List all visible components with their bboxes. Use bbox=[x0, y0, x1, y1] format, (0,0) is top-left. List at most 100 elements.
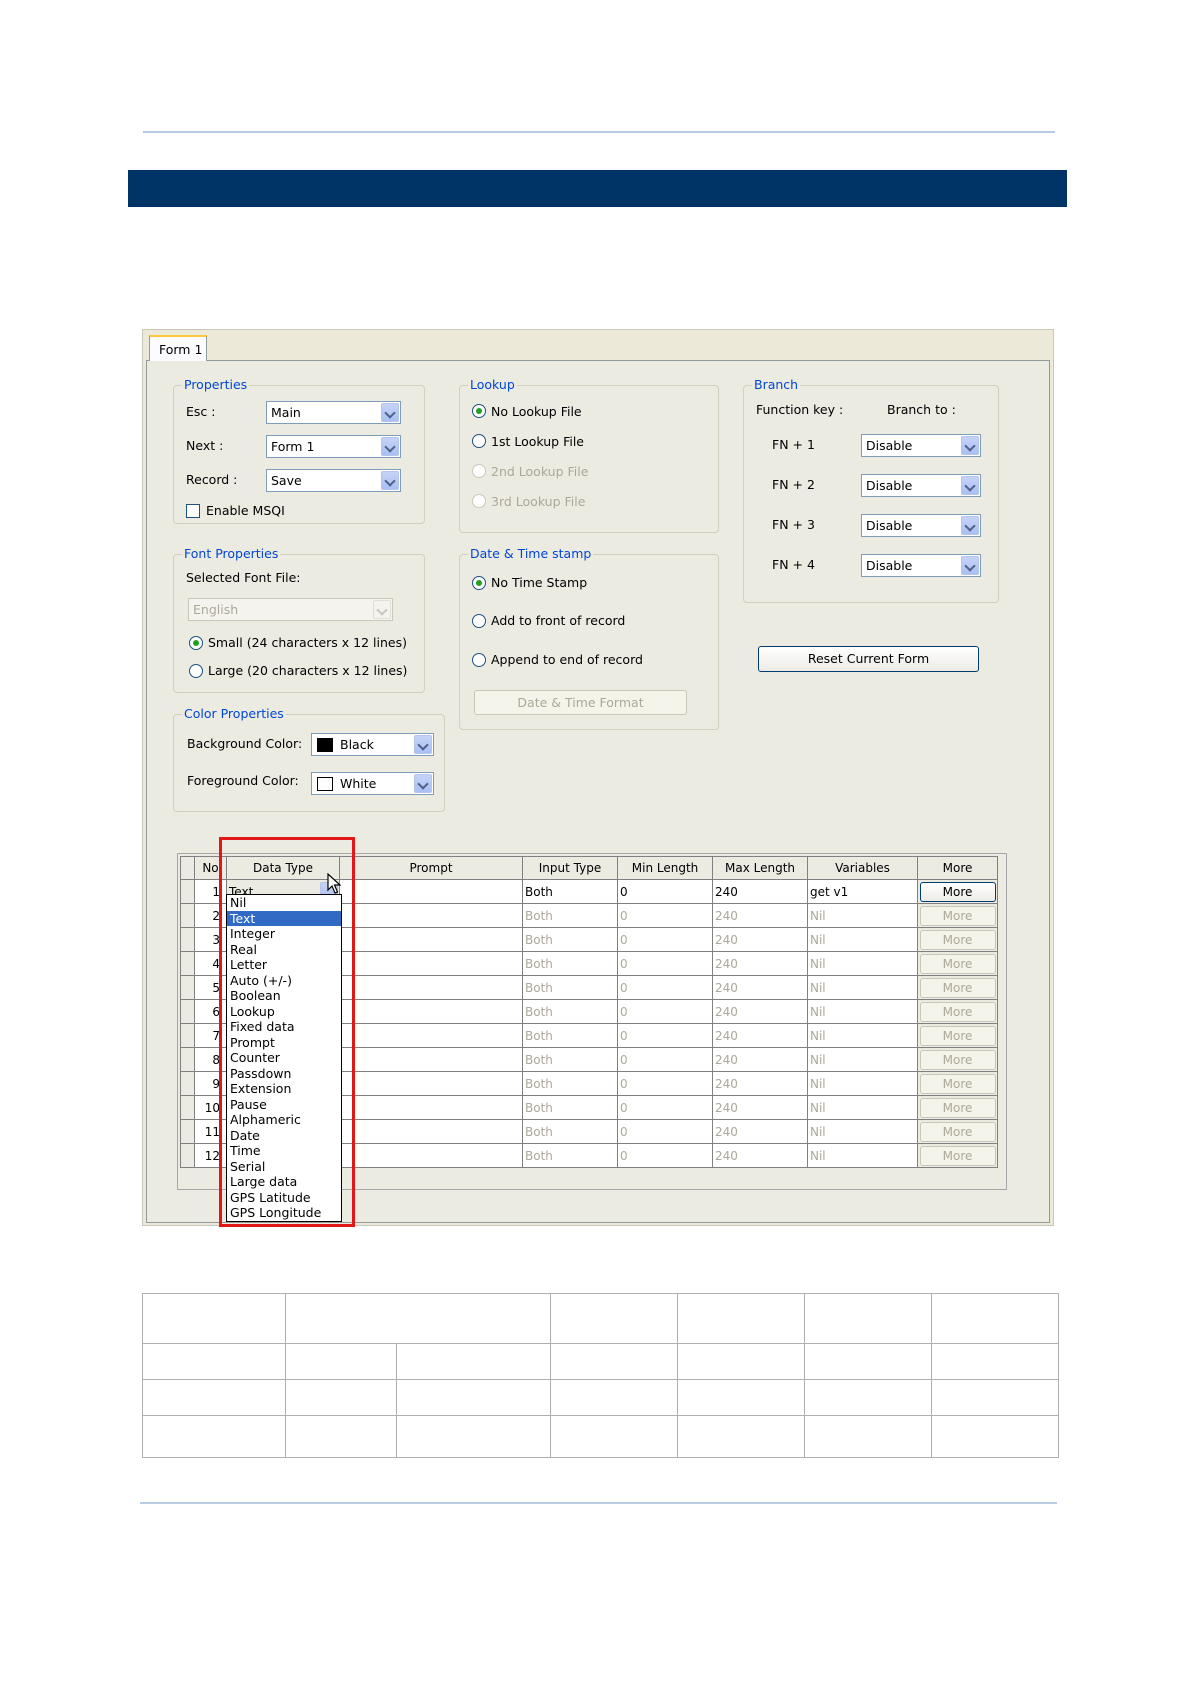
chevron-down-icon[interactable] bbox=[414, 774, 432, 793]
variables-cell[interactable]: Nil bbox=[807, 927, 918, 952]
no-lookup-radio[interactable] bbox=[472, 404, 486, 418]
prompt-cell[interactable] bbox=[339, 951, 523, 976]
max-length-cell[interactable]: 240 bbox=[712, 999, 808, 1024]
max-length-cell[interactable]: 240 bbox=[712, 1143, 808, 1168]
min-length-cell[interactable]: 0 bbox=[617, 1143, 713, 1168]
max-length-cell[interactable]: 240 bbox=[712, 951, 808, 976]
max-length-cell[interactable]: 240 bbox=[712, 1047, 808, 1072]
more-button[interactable]: More bbox=[919, 929, 996, 950]
prompt-cell[interactable] bbox=[339, 999, 523, 1024]
chevron-down-icon[interactable] bbox=[961, 436, 979, 455]
background-color-select[interactable]: Black bbox=[311, 733, 434, 756]
min-length-cell[interactable]: 0 bbox=[617, 975, 713, 1000]
prompt-cell[interactable] bbox=[339, 1119, 523, 1144]
fn2-select[interactable]: Disable bbox=[861, 474, 981, 497]
record-select[interactable]: Save bbox=[266, 469, 401, 492]
max-length-cell[interactable]: 240 bbox=[712, 1071, 808, 1096]
fn3-select[interactable]: Disable bbox=[861, 514, 981, 537]
max-length-cell[interactable]: 240 bbox=[712, 1119, 808, 1144]
variables-cell[interactable]: Nil bbox=[807, 1095, 918, 1120]
more-button[interactable]: More bbox=[919, 1121, 996, 1142]
fn1-select[interactable]: Disable bbox=[861, 434, 981, 457]
append-end-radio[interactable] bbox=[472, 653, 486, 667]
more-cell[interactable]: More bbox=[917, 903, 998, 928]
input-type-cell[interactable]: Both bbox=[522, 927, 618, 952]
more-cell[interactable]: More bbox=[917, 1071, 998, 1096]
min-length-cell[interactable]: 0 bbox=[617, 1119, 713, 1144]
min-length-cell[interactable]: 0 bbox=[617, 903, 713, 928]
more-button[interactable]: More bbox=[919, 1097, 996, 1118]
large-font-radio[interactable] bbox=[189, 664, 203, 678]
max-length-cell[interactable]: 240 bbox=[712, 903, 808, 928]
input-type-cell[interactable]: Both bbox=[522, 951, 618, 976]
input-type-cell[interactable]: Both bbox=[522, 999, 618, 1024]
more-button[interactable]: More bbox=[919, 953, 996, 974]
min-length-cell[interactable]: 0 bbox=[617, 1047, 713, 1072]
min-length-cell[interactable]: 0 bbox=[617, 1023, 713, 1048]
tab-form-1[interactable]: Form 1 bbox=[149, 335, 207, 361]
max-length-cell[interactable]: 240 bbox=[712, 879, 808, 904]
datetime-format-button[interactable]: Date & Time Format bbox=[474, 690, 687, 715]
more-button[interactable]: More bbox=[919, 977, 996, 998]
second-lookup-radio[interactable] bbox=[472, 464, 486, 478]
max-length-cell[interactable]: 240 bbox=[712, 975, 808, 1000]
chevron-down-icon[interactable] bbox=[381, 437, 399, 456]
next-select[interactable]: Form 1 bbox=[266, 435, 401, 458]
input-type-cell[interactable]: Both bbox=[522, 1023, 618, 1048]
more-cell[interactable]: More bbox=[917, 951, 998, 976]
more-cell[interactable]: More bbox=[917, 999, 998, 1024]
chevron-down-icon[interactable] bbox=[381, 403, 399, 422]
variables-cell[interactable]: Nil bbox=[807, 1071, 918, 1096]
small-font-radio[interactable] bbox=[189, 636, 203, 650]
first-lookup-radio[interactable] bbox=[472, 434, 486, 448]
input-type-cell[interactable]: Both bbox=[522, 903, 618, 928]
esc-select[interactable]: Main bbox=[266, 401, 401, 424]
prompt-cell[interactable] bbox=[339, 903, 523, 928]
prompt-cell[interactable] bbox=[339, 975, 523, 1000]
input-type-cell[interactable]: Both bbox=[522, 879, 618, 904]
prompt-cell[interactable] bbox=[339, 1143, 523, 1168]
min-length-cell[interactable]: 0 bbox=[617, 1095, 713, 1120]
chevron-down-icon[interactable] bbox=[373, 600, 391, 619]
third-lookup-radio[interactable] bbox=[472, 494, 486, 508]
max-length-cell[interactable]: 240 bbox=[712, 1095, 808, 1120]
chevron-down-icon[interactable] bbox=[961, 556, 979, 575]
max-length-cell[interactable]: 240 bbox=[712, 927, 808, 952]
input-type-cell[interactable]: Both bbox=[522, 1143, 618, 1168]
variables-cell[interactable]: Nil bbox=[807, 903, 918, 928]
more-button[interactable]: More bbox=[919, 1145, 996, 1166]
variables-cell[interactable]: Nil bbox=[807, 1047, 918, 1072]
more-cell[interactable]: More bbox=[917, 1023, 998, 1048]
font-file-select[interactable]: English bbox=[188, 598, 393, 621]
variables-cell[interactable]: get v1 bbox=[807, 879, 918, 904]
input-type-cell[interactable]: Both bbox=[522, 975, 618, 1000]
more-cell[interactable]: More bbox=[917, 975, 998, 1000]
prompt-cell[interactable] bbox=[339, 879, 523, 904]
foreground-color-select[interactable]: White bbox=[311, 772, 434, 795]
input-type-cell[interactable]: Both bbox=[522, 1119, 618, 1144]
no-timestamp-radio[interactable] bbox=[472, 576, 486, 590]
more-cell[interactable]: More bbox=[917, 1047, 998, 1072]
prompt-cell[interactable] bbox=[339, 1047, 523, 1072]
variables-cell[interactable]: Nil bbox=[807, 1023, 918, 1048]
min-length-cell[interactable]: 0 bbox=[617, 879, 713, 904]
reset-current-form-button[interactable]: Reset Current Form bbox=[758, 646, 979, 672]
variables-cell[interactable]: Nil bbox=[807, 951, 918, 976]
variables-cell[interactable]: Nil bbox=[807, 975, 918, 1000]
prompt-cell[interactable] bbox=[339, 927, 523, 952]
variables-cell[interactable]: Nil bbox=[807, 1143, 918, 1168]
fn4-select[interactable]: Disable bbox=[861, 554, 981, 577]
min-length-cell[interactable]: 0 bbox=[617, 1071, 713, 1096]
min-length-cell[interactable]: 0 bbox=[617, 927, 713, 952]
input-type-cell[interactable]: Both bbox=[522, 1047, 618, 1072]
variables-cell[interactable]: Nil bbox=[807, 999, 918, 1024]
min-length-cell[interactable]: 0 bbox=[617, 999, 713, 1024]
chevron-down-icon[interactable] bbox=[414, 735, 432, 754]
more-button[interactable]: More bbox=[919, 881, 996, 902]
more-cell[interactable]: More bbox=[917, 1095, 998, 1120]
more-cell[interactable]: More bbox=[917, 1143, 998, 1168]
chevron-down-icon[interactable] bbox=[961, 516, 979, 535]
variables-cell[interactable]: Nil bbox=[807, 1119, 918, 1144]
prompt-cell[interactable] bbox=[339, 1071, 523, 1096]
prompt-cell[interactable] bbox=[339, 1023, 523, 1048]
